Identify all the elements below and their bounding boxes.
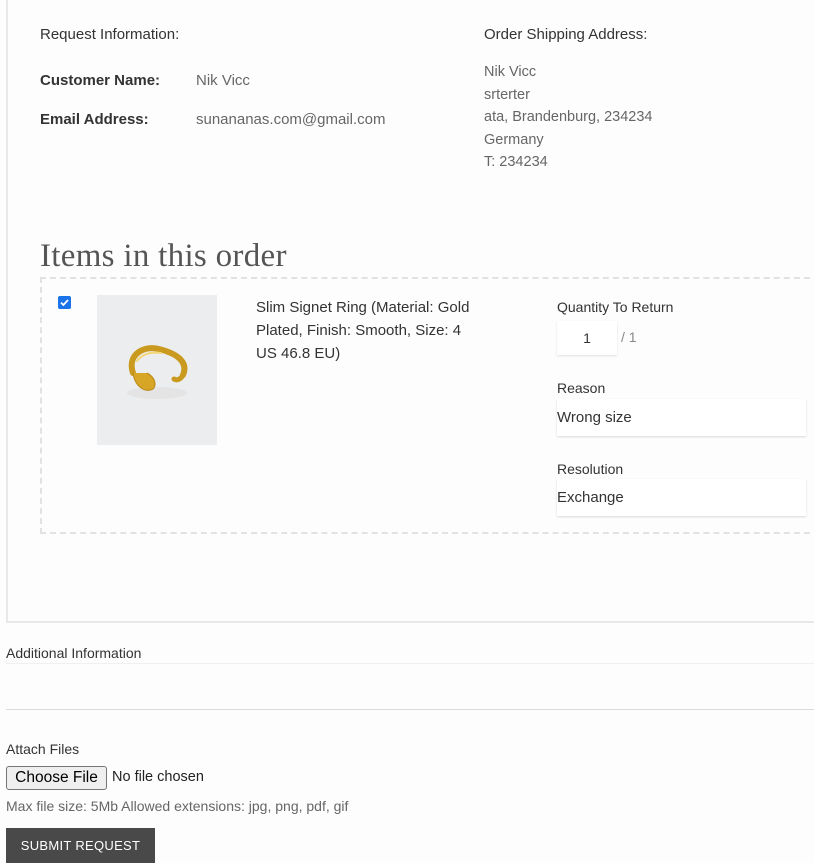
gold-ring-image [97, 295, 217, 445]
quantity-input[interactable] [557, 321, 617, 355]
address-line: Nik Vicc [484, 64, 537, 80]
address-line: Germany [484, 131, 544, 148]
items-title: Items in this order [40, 238, 287, 274]
item-checkbox[interactable] [58, 296, 71, 309]
shipping-address: Nik Vicc srterter ata, Brandenburg, 2342… [484, 61, 653, 174]
customer-name-value: Nik Vicc [196, 72, 250, 89]
resolution-select[interactable]: Exchange [557, 479, 806, 516]
address-line: ata, Brandenburg, 234234 [484, 109, 653, 125]
email-value: sunananas.com@gmail.com [196, 111, 386, 128]
quantity-label: Quantity To Return [557, 299, 674, 315]
reason-label: Reason [557, 380, 606, 396]
check-icon [60, 299, 69, 307]
quantity-max: / 1 [621, 329, 637, 345]
email-label: Email Address: [40, 111, 149, 128]
file-hint: Max file size: 5Mb Allowed extensions: j… [6, 798, 349, 814]
submit-request-button[interactable]: SUBMIT REQUEST [6, 828, 155, 863]
choose-file-button[interactable]: Choose File [6, 766, 107, 790]
file-status: No file chosen [112, 769, 204, 785]
reason-select[interactable]: Wrong size [557, 399, 806, 436]
resolution-label: Resolution [557, 461, 624, 477]
shipping-heading: Order Shipping Address: [484, 26, 648, 43]
additional-info-textarea[interactable] [6, 663, 814, 710]
product-name: Slim Signet Ring (Material: Gold Plated,… [256, 299, 470, 362]
customer-name-label: Customer Name: [40, 72, 161, 89]
address-line: srterter [484, 86, 530, 103]
return-request-page: Request Information: Customer Name: Nik … [0, 0, 814, 863]
request-info-heading: Request Information: [40, 26, 180, 43]
additional-info-label: Additional Information [6, 645, 142, 661]
attach-files-label: Attach Files [6, 741, 80, 757]
address-line: T: 234234 [484, 154, 548, 170]
